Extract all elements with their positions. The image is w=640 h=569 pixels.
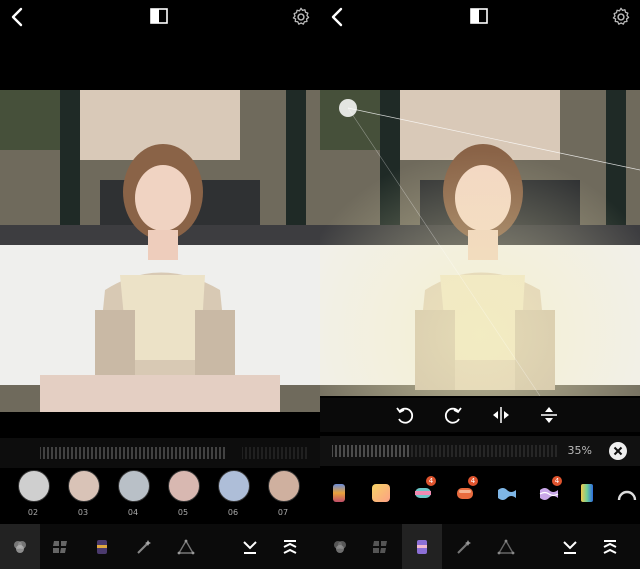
triangle-tab-icon[interactable] xyxy=(486,524,526,569)
effects-tab-icon[interactable] xyxy=(82,524,122,569)
collapse-icon[interactable] xyxy=(230,524,270,569)
magic-wand-tab-icon[interactable] xyxy=(124,524,164,569)
filter-thumbnail[interactable] xyxy=(218,470,250,502)
filters-tab-icon[interactable] xyxy=(320,524,360,569)
effect-warm-icon[interactable]: 4 xyxy=(454,476,478,504)
new-badge: 4 xyxy=(468,476,478,486)
triangle-tab-icon[interactable] xyxy=(166,524,206,569)
filter-item[interactable]: 06 xyxy=(216,470,250,520)
filter-label: 03 xyxy=(77,508,89,517)
effects-tab-icon[interactable] xyxy=(402,524,442,569)
filter-item[interactable]: 04 xyxy=(116,470,150,520)
bottom-nav xyxy=(0,524,320,569)
settings-icon[interactable] xyxy=(290,6,312,28)
bottom-nav xyxy=(320,524,640,569)
compare-icon[interactable] xyxy=(470,8,488,24)
magic-wand-tab-icon[interactable] xyxy=(444,524,484,569)
photo-preview[interactable] xyxy=(0,90,320,412)
effect-prism-icon[interactable]: 4 xyxy=(538,476,562,504)
filter-item[interactable]: 05 xyxy=(166,470,200,520)
intensity-slider[interactable]: 35% xyxy=(320,436,640,466)
filter-label: 02 xyxy=(27,508,39,517)
flip-horizontal-icon[interactable] xyxy=(490,404,512,426)
transform-toolbar xyxy=(320,398,640,432)
effect-wave-icon[interactable] xyxy=(496,482,518,504)
new-badge: 4 xyxy=(552,476,562,486)
effect-palette: 4 4 4 xyxy=(320,474,640,518)
grid-tab-icon[interactable] xyxy=(360,524,400,569)
compare-icon[interactable] xyxy=(150,8,168,24)
filter-thumbnail[interactable] xyxy=(18,470,50,502)
collapse-icon[interactable] xyxy=(550,524,590,569)
effect-gradient-icon[interactable] xyxy=(330,482,352,504)
filter-label: 07 xyxy=(277,508,289,517)
filter-thumbnail[interactable] xyxy=(168,470,200,502)
photo-preview[interactable] xyxy=(320,90,640,396)
filter-strip: 02 03 04 05 06 07 xyxy=(0,468,320,524)
filter-item[interactable]: 07 xyxy=(266,470,300,520)
effect-solid-icon[interactable] xyxy=(370,482,392,504)
flip-vertical-icon[interactable] xyxy=(538,404,560,426)
filter-item[interactable]: 03 xyxy=(66,470,100,520)
filter-thumbnail[interactable] xyxy=(68,470,100,502)
rotate-right-icon[interactable] xyxy=(442,404,464,426)
left-screen: 02 03 04 05 06 07 xyxy=(0,0,320,569)
grid-tab-icon[interactable] xyxy=(40,524,80,569)
rotate-left-icon[interactable] xyxy=(394,404,416,426)
slider-track[interactable] xyxy=(332,444,572,458)
expand-icon[interactable] xyxy=(270,524,310,569)
effect-spectrum-icon[interactable] xyxy=(578,482,600,504)
filter-label: 05 xyxy=(177,508,189,517)
intensity-value: 35% xyxy=(567,444,592,457)
filter-item[interactable]: 02 xyxy=(16,470,50,520)
back-icon[interactable] xyxy=(328,6,348,28)
right-screen: 35% 4 4 4 xyxy=(320,0,640,569)
close-icon[interactable] xyxy=(608,441,628,461)
effect-arc-icon[interactable] xyxy=(616,482,638,504)
settings-icon[interactable] xyxy=(610,6,632,28)
top-bar xyxy=(320,0,640,34)
new-badge: 4 xyxy=(426,476,436,486)
expand-icon[interactable] xyxy=(590,524,630,569)
back-icon[interactable] xyxy=(8,6,28,28)
slider-track[interactable] xyxy=(40,446,240,460)
filter-label: 04 xyxy=(127,508,139,517)
top-bar xyxy=(0,0,320,34)
filters-tab-icon[interactable] xyxy=(0,524,40,569)
filter-thumbnail[interactable] xyxy=(118,470,150,502)
filter-label: 06 xyxy=(227,508,239,517)
effect-light-leak-icon[interactable]: 4 xyxy=(412,476,436,504)
intensity-slider[interactable] xyxy=(0,438,320,468)
filter-thumbnail[interactable] xyxy=(268,470,300,502)
slider-track-inactive[interactable] xyxy=(242,446,312,460)
